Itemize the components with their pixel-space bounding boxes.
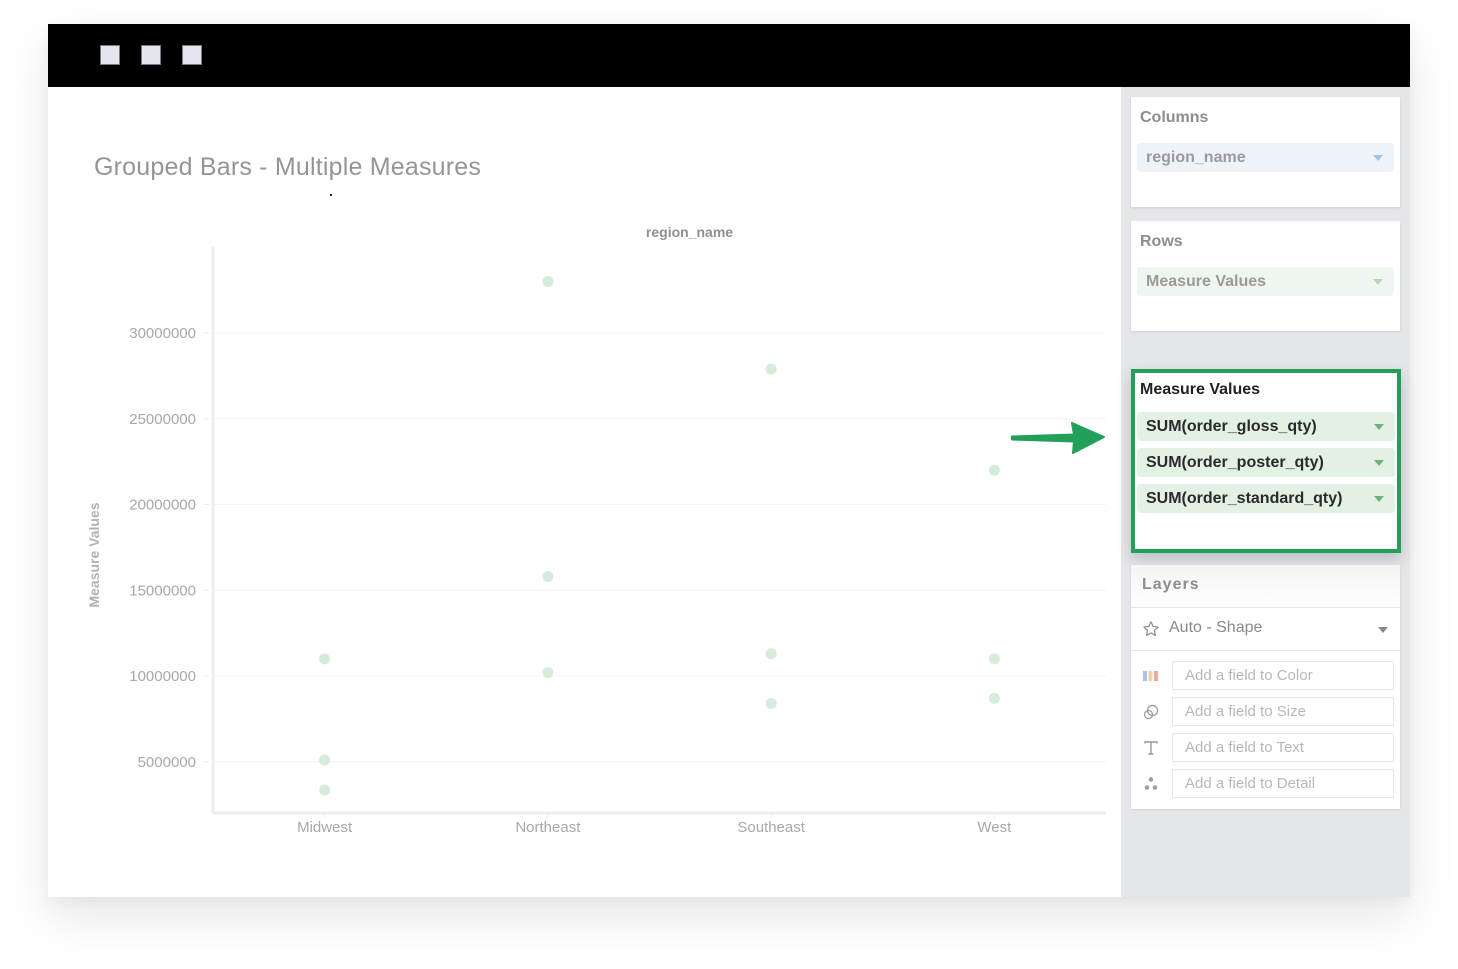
columns-field-label: region_name xyxy=(1146,149,1246,166)
x-tick-label-southeast: Southeast xyxy=(737,819,805,836)
data-point-midwest-series-3 xyxy=(319,754,331,766)
data-point-northeast-series-2 xyxy=(542,667,554,679)
measure-pill-label: SUM(order_standard_qty) xyxy=(1146,490,1343,507)
window-button-1[interactable] xyxy=(100,45,120,65)
rows-shelf: Rows Measure Values xyxy=(1131,221,1400,331)
chevron-down-icon[interactable] xyxy=(1374,460,1384,466)
layers-title: Layers xyxy=(1142,576,1200,593)
data-point-midwest-series-2 xyxy=(319,784,331,796)
column-header-label: region_name xyxy=(646,224,733,240)
columns-title: Columns xyxy=(1140,109,1209,126)
y-tick-label: 10000000 xyxy=(129,668,196,685)
y-tick-label: 5000000 xyxy=(138,754,196,771)
scatter-chart: region_name 5000000 10000000 15000000 200000… xyxy=(86,224,1106,836)
size-encoding-row xyxy=(1131,697,1400,727)
text-encoding-row xyxy=(1131,733,1400,763)
measure-values-shelf: Measure Values SUM(order_gloss_qty) SUM(… xyxy=(1131,369,1401,553)
detail-field-input[interactable] xyxy=(1172,769,1394,798)
mark-type-select[interactable]: Auto - Shape xyxy=(1131,608,1400,651)
chevron-down-icon[interactable] xyxy=(1374,424,1384,430)
window-button-2[interactable] xyxy=(141,45,161,65)
y-tick-label: 20000000 xyxy=(129,497,196,514)
measure-pill-gloss[interactable]: SUM(order_gloss_qty) xyxy=(1137,412,1395,441)
data-point-midwest-series-1 xyxy=(319,653,331,665)
chevron-down-icon[interactable] xyxy=(1373,155,1383,161)
measure-pill-label: SUM(order_poster_qty) xyxy=(1146,454,1324,471)
annotation-arrow-icon xyxy=(1011,422,1105,454)
chevron-down-icon[interactable] xyxy=(1374,496,1384,502)
window-button-3[interactable] xyxy=(182,45,202,65)
rows-field-pill[interactable]: Measure Values xyxy=(1137,267,1394,296)
chart-area: Grouped Bars - Multiple Measures region_… xyxy=(48,87,1121,897)
y-tick-label: 30000000 xyxy=(129,325,196,342)
rows-title: Rows xyxy=(1140,233,1183,250)
x-tick-label-northeast: Northeast xyxy=(515,819,581,836)
data-point-southeast-series-3 xyxy=(765,363,777,375)
data-point-southeast-series-2 xyxy=(765,697,777,709)
title-bar xyxy=(48,24,1410,87)
columns-shelf: Columns region_name xyxy=(1131,97,1400,207)
data-point-west-series-2 xyxy=(988,692,1000,704)
x-tick-label-midwest: Midwest xyxy=(297,819,353,836)
data-point-west-series-3 xyxy=(988,464,1000,476)
star-icon xyxy=(1143,621,1159,637)
data-point-southeast-series-1 xyxy=(765,648,777,660)
sidebar: Columns region_name Rows Measure Values … xyxy=(1121,87,1410,897)
measure-pill-poster[interactable]: SUM(order_poster_qty) xyxy=(1137,448,1395,477)
color-palette-icon xyxy=(1143,671,1158,681)
size-field-input[interactable] xyxy=(1172,697,1394,726)
measure-pill-standard[interactable]: SUM(order_standard_qty) xyxy=(1137,484,1395,513)
size-shapes-icon xyxy=(1143,704,1159,720)
rows-field-label: Measure Values xyxy=(1146,273,1267,290)
x-tick-label-west: West xyxy=(977,819,1012,836)
columns-field-pill[interactable]: region_name xyxy=(1137,143,1394,172)
data-point-northeast-series-1 xyxy=(542,571,554,583)
color-encoding-row xyxy=(1131,661,1400,691)
detail-dots-icon xyxy=(1144,777,1158,790)
data-point-west-series-1 xyxy=(988,653,1000,665)
color-field-input[interactable] xyxy=(1172,661,1394,690)
chevron-down-icon[interactable] xyxy=(1373,279,1383,285)
mark-type-label: Auto - Shape xyxy=(1169,619,1263,636)
layers-header: Layers xyxy=(1131,565,1400,608)
layers-panel: Layers Auto - Shape xyxy=(1131,565,1400,809)
y-tick-label: 25000000 xyxy=(129,411,196,428)
y-axis-title: Measure Values xyxy=(86,502,102,607)
data-point-northeast-series-3 xyxy=(542,276,554,288)
app-window: Grouped Bars - Multiple Measures region_… xyxy=(48,24,1410,897)
y-tick-label: 15000000 xyxy=(129,582,196,599)
measure-pill-label: SUM(order_gloss_qty) xyxy=(1146,418,1317,435)
measure-values-title: Measure Values xyxy=(1140,381,1261,398)
text-field-input[interactable] xyxy=(1172,733,1394,762)
detail-encoding-row xyxy=(1131,769,1400,799)
chevron-down-icon[interactable] xyxy=(1378,627,1388,633)
text-t-icon xyxy=(1144,741,1158,755)
